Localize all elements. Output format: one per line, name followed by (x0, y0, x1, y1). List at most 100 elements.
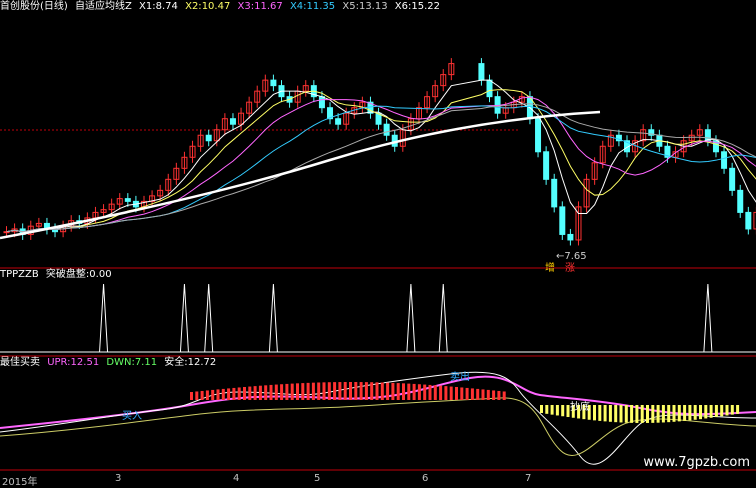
ma-x2-value: 10.47 (202, 1, 231, 12)
trade-bar (726, 405, 729, 415)
trade-bar (206, 390, 209, 400)
dwn-label: DWN: (106, 357, 134, 368)
safe-label: 安全: (164, 357, 187, 368)
trade-bar (243, 387, 246, 400)
trade-bar (598, 405, 601, 421)
breakout-spike (407, 284, 415, 352)
candle-body (206, 135, 211, 141)
chao-di-label: 抄底 (570, 398, 590, 413)
date-m5: 5 (314, 473, 320, 484)
date-m7: 7 (525, 473, 531, 484)
safe-value: 12.72 (188, 357, 217, 368)
ma-x3-value: 11.67 (254, 1, 283, 12)
trade-bar (604, 405, 607, 421)
trade-bar (323, 382, 326, 400)
trade-panel-header: 最佳买卖 UPR:12.51 DWN:7.11 安全:12.72 (0, 357, 220, 369)
main-panel-header: 首创股份(日线) 自适应均线Z X1:8.74 X2:10.47 X3:11.6… (0, 1, 444, 13)
trade-bar (715, 405, 718, 417)
trade-bar (264, 385, 267, 400)
trade-bar (630, 405, 633, 423)
trade-bar (731, 405, 734, 415)
trade-bar (338, 382, 341, 400)
upr-value: 12.51 (71, 357, 100, 368)
candle-body (568, 234, 573, 240)
ma-x6-value: 15.22 (411, 1, 440, 12)
trade-bar (217, 389, 220, 400)
ma-x4-label: X4: (290, 1, 307, 12)
trade-bar (667, 405, 670, 422)
breakout-value: 0.00 (89, 269, 111, 280)
trade-bar (291, 384, 294, 400)
trade-title: 最佳买卖 (0, 357, 40, 368)
trade-bar (195, 391, 198, 400)
trade-bar (381, 382, 384, 400)
trade-bar (248, 387, 251, 400)
indicator-name: 自适应均线Z (75, 1, 132, 12)
trade-bar (434, 385, 437, 400)
trade-bar (397, 383, 400, 400)
trade-bar (360, 382, 363, 400)
trade-bar (460, 387, 463, 400)
breakout-spike (180, 284, 188, 352)
trade-bar (328, 382, 331, 400)
trade-bar (312, 383, 315, 400)
trade-bar (307, 383, 310, 400)
trade-bar (333, 382, 336, 400)
trade-bar (556, 405, 559, 415)
ma-x5-value: 13.13 (359, 1, 388, 12)
ma-long-line (0, 112, 600, 238)
ma-x3-label: X3: (238, 1, 255, 12)
candle-body (730, 168, 735, 190)
trade-bar (694, 405, 697, 420)
trade-bar (561, 405, 564, 416)
trade-bar (551, 405, 554, 415)
trade-bar (704, 405, 707, 418)
trade-bar (407, 384, 410, 400)
breakout-label: 突破盘整: (46, 269, 89, 280)
trade-bar (683, 405, 686, 421)
trade-bar (492, 390, 495, 400)
trade-bar (699, 405, 702, 419)
trade-bar (678, 405, 681, 421)
candle-body (125, 199, 130, 202)
trade-bar (344, 382, 347, 400)
trade-bar (429, 385, 432, 400)
trade-bar (201, 391, 204, 400)
ma-x2-label: X2: (185, 1, 202, 12)
stock-chart (0, 0, 756, 487)
breakout-title: TPPZZB (0, 269, 39, 280)
zeng-label: 增 (545, 259, 555, 274)
date-m6: 6 (422, 473, 428, 484)
trade-bar (444, 386, 447, 400)
trade-bar (439, 386, 442, 400)
trade-bar (720, 405, 723, 416)
trade-bar (736, 405, 739, 414)
trade-bar (275, 385, 278, 400)
breakout-spike (269, 284, 277, 352)
ma-line (7, 90, 756, 232)
trade-bar (222, 389, 225, 400)
ma-x6-label: X6: (395, 1, 412, 12)
trade-bar (227, 388, 230, 400)
date-year: 2015年 (2, 473, 37, 488)
trade-bar (280, 384, 283, 400)
trade-bar (317, 382, 320, 400)
candle-body (544, 152, 549, 180)
trade-bar (673, 405, 676, 422)
candle-body (746, 212, 751, 229)
trade-bar (540, 405, 543, 413)
trade-bar (238, 387, 241, 400)
trade-bar (423, 385, 426, 400)
trade-bar (402, 383, 405, 400)
trade-bar (349, 382, 352, 400)
candle-body (560, 207, 565, 235)
date-m3: 3 (115, 473, 121, 484)
trade-bar (625, 405, 628, 423)
trade-bar (710, 405, 713, 418)
trade-bar (285, 384, 288, 400)
trade-bar (386, 383, 389, 400)
mai-ru-label: 买入 (122, 407, 142, 422)
upr-label: UPR: (47, 357, 70, 368)
stock-title: 首创股份(日线) (0, 1, 68, 12)
breakout-spike (205, 284, 213, 352)
